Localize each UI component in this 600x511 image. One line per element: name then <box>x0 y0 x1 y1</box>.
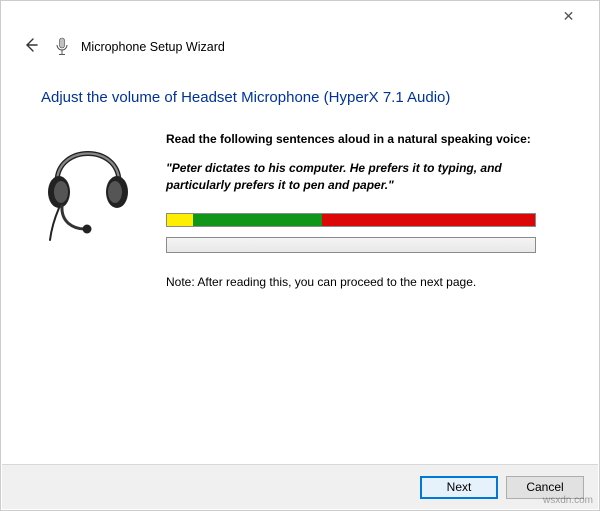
wizard-header: Microphone Setup Wizard <box>1 31 599 69</box>
text-column: Read the following sentences aloud in a … <box>166 132 559 289</box>
headset-icon <box>41 132 136 245</box>
meter-segment-yellow <box>167 214 193 226</box>
microphone-icon <box>55 37 69 57</box>
sample-sentence: "Peter dictates to his computer. He pref… <box>166 160 549 195</box>
close-button[interactable]: ✕ <box>546 5 591 27</box>
wizard-footer: Next Cancel <box>2 464 598 509</box>
main-row: Read the following sentences aloud in a … <box>41 132 559 289</box>
back-button[interactable] <box>19 35 43 59</box>
page-heading: Adjust the volume of Headset Microphone … <box>41 89 559 106</box>
next-button[interactable]: Next <box>420 476 498 499</box>
wizard-content: Adjust the volume of Headset Microphone … <box>1 69 599 289</box>
titlebar: ✕ <box>1 1 599 31</box>
instruction-text: Read the following sentences aloud in a … <box>166 132 549 146</box>
note-text: Note: After reading this, you can procee… <box>166 275 549 289</box>
headset-illustration <box>41 132 136 245</box>
cancel-button[interactable]: Cancel <box>506 476 584 499</box>
volume-meter <box>166 213 536 227</box>
wizard-title: Microphone Setup Wizard <box>81 40 225 54</box>
back-arrow-icon <box>23 40 39 57</box>
progress-bar <box>166 237 536 253</box>
close-icon: ✕ <box>563 8 575 25</box>
meter-segment-red <box>322 214 535 226</box>
meter-segment-green <box>193 214 322 226</box>
